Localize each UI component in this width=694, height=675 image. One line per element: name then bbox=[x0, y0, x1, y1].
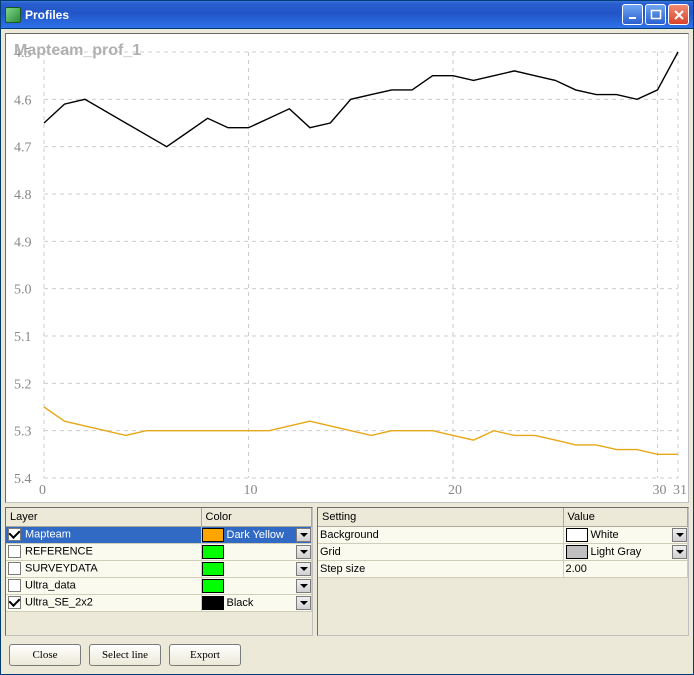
layer-row[interactable]: REFERENCE bbox=[6, 543, 312, 560]
color-label: Dark Yellow bbox=[227, 529, 297, 541]
svg-text:4.8: 4.8 bbox=[14, 188, 32, 203]
layer-name: REFERENCE bbox=[25, 545, 93, 557]
close-window-button[interactable] bbox=[668, 4, 689, 25]
svg-text:0: 0 bbox=[39, 483, 46, 498]
setting-row: Step size2.00 bbox=[318, 560, 688, 577]
window-controls bbox=[622, 4, 689, 25]
chart-title: Mapteam_prof_1 bbox=[14, 42, 141, 60]
layers-table: Layer Color Mapteam Dark Yellow REFERENCE S… bbox=[6, 508, 312, 612]
layer-checkbox[interactable] bbox=[8, 596, 21, 609]
settings-panel: Setting Value Background White Grid Light G… bbox=[317, 507, 689, 636]
svg-text:5.2: 5.2 bbox=[14, 377, 32, 392]
color-label: Black bbox=[227, 597, 297, 609]
layer-checkbox[interactable] bbox=[8, 579, 21, 592]
svg-text:10: 10 bbox=[244, 483, 258, 498]
svg-text:5.3: 5.3 bbox=[14, 425, 32, 440]
layer-row[interactable]: SURVEYDATA bbox=[6, 560, 312, 577]
svg-text:31: 31 bbox=[673, 483, 687, 498]
settings-header-value[interactable]: Value bbox=[563, 508, 688, 526]
svg-text:4.6: 4.6 bbox=[14, 93, 32, 108]
minimize-button[interactable] bbox=[622, 4, 643, 25]
select-line-button[interactable]: Select line bbox=[89, 644, 161, 666]
layer-name: Ultra_data bbox=[25, 579, 76, 591]
color-swatch bbox=[202, 528, 224, 542]
setting-name: Background bbox=[318, 526, 563, 543]
setting-name: Step size bbox=[318, 560, 563, 577]
svg-text:5.0: 5.0 bbox=[14, 283, 32, 298]
layers-header-color[interactable]: Color bbox=[201, 508, 312, 526]
setting-value: Light Gray bbox=[591, 546, 673, 558]
color-swatch bbox=[202, 562, 224, 576]
app-icon bbox=[5, 7, 21, 23]
layers-header-layer[interactable]: Layer bbox=[6, 508, 201, 526]
maximize-button[interactable] bbox=[645, 4, 666, 25]
value-swatch bbox=[566, 545, 588, 559]
color-swatch bbox=[202, 596, 224, 610]
setting-row: Background White bbox=[318, 526, 688, 543]
setting-value: White bbox=[591, 529, 673, 541]
color-dropdown[interactable] bbox=[296, 596, 311, 610]
value-dropdown[interactable] bbox=[672, 545, 687, 559]
setting-value: 2.00 bbox=[566, 563, 688, 575]
export-button[interactable]: Export bbox=[169, 644, 241, 666]
layer-name: SURVEYDATA bbox=[25, 562, 98, 574]
color-swatch bbox=[202, 579, 224, 593]
value-dropdown[interactable] bbox=[672, 528, 687, 542]
button-bar: Close Select line Export bbox=[1, 636, 693, 674]
settings-table: Setting Value Background White Grid Light G… bbox=[318, 508, 688, 578]
window-title: Profiles bbox=[25, 8, 622, 22]
setting-row: Grid Light Gray bbox=[318, 543, 688, 560]
layers-panel: Layer Color Mapteam Dark Yellow REFERENCE S… bbox=[5, 507, 313, 636]
layer-checkbox[interactable] bbox=[8, 562, 21, 575]
close-button[interactable]: Close bbox=[9, 644, 81, 666]
svg-text:4.9: 4.9 bbox=[14, 235, 32, 250]
color-dropdown[interactable] bbox=[296, 545, 311, 559]
color-dropdown[interactable] bbox=[296, 528, 311, 542]
color-dropdown[interactable] bbox=[296, 562, 311, 576]
color-dropdown[interactable] bbox=[296, 579, 311, 593]
titlebar: Profiles bbox=[1, 1, 693, 29]
svg-text:5.1: 5.1 bbox=[14, 330, 32, 345]
layer-name: Ultra_SE_2x2 bbox=[25, 596, 93, 608]
svg-text:4.7: 4.7 bbox=[14, 141, 32, 156]
svg-text:5.4: 5.4 bbox=[14, 472, 32, 487]
svg-text:30: 30 bbox=[653, 483, 667, 498]
layer-checkbox[interactable] bbox=[8, 528, 21, 541]
chart-canvas: 4.54.64.74.84.95.05.15.25.35.4010203031 bbox=[6, 34, 688, 502]
value-swatch bbox=[566, 528, 588, 542]
layer-row[interactable]: Mapteam Dark Yellow bbox=[6, 526, 312, 543]
svg-text:20: 20 bbox=[448, 483, 462, 498]
layer-checkbox[interactable] bbox=[8, 545, 21, 558]
settings-header-setting[interactable]: Setting bbox=[318, 508, 563, 526]
setting-name: Grid bbox=[318, 543, 563, 560]
color-swatch bbox=[202, 545, 224, 559]
layer-row[interactable]: Ultra_data bbox=[6, 577, 312, 594]
layer-row[interactable]: Ultra_SE_2x2 Black bbox=[6, 594, 312, 611]
profile-chart[interactable]: Mapteam_prof_1 4.54.64.74.84.95.05.15.25… bbox=[5, 33, 689, 503]
layer-name: Mapteam bbox=[25, 528, 71, 540]
